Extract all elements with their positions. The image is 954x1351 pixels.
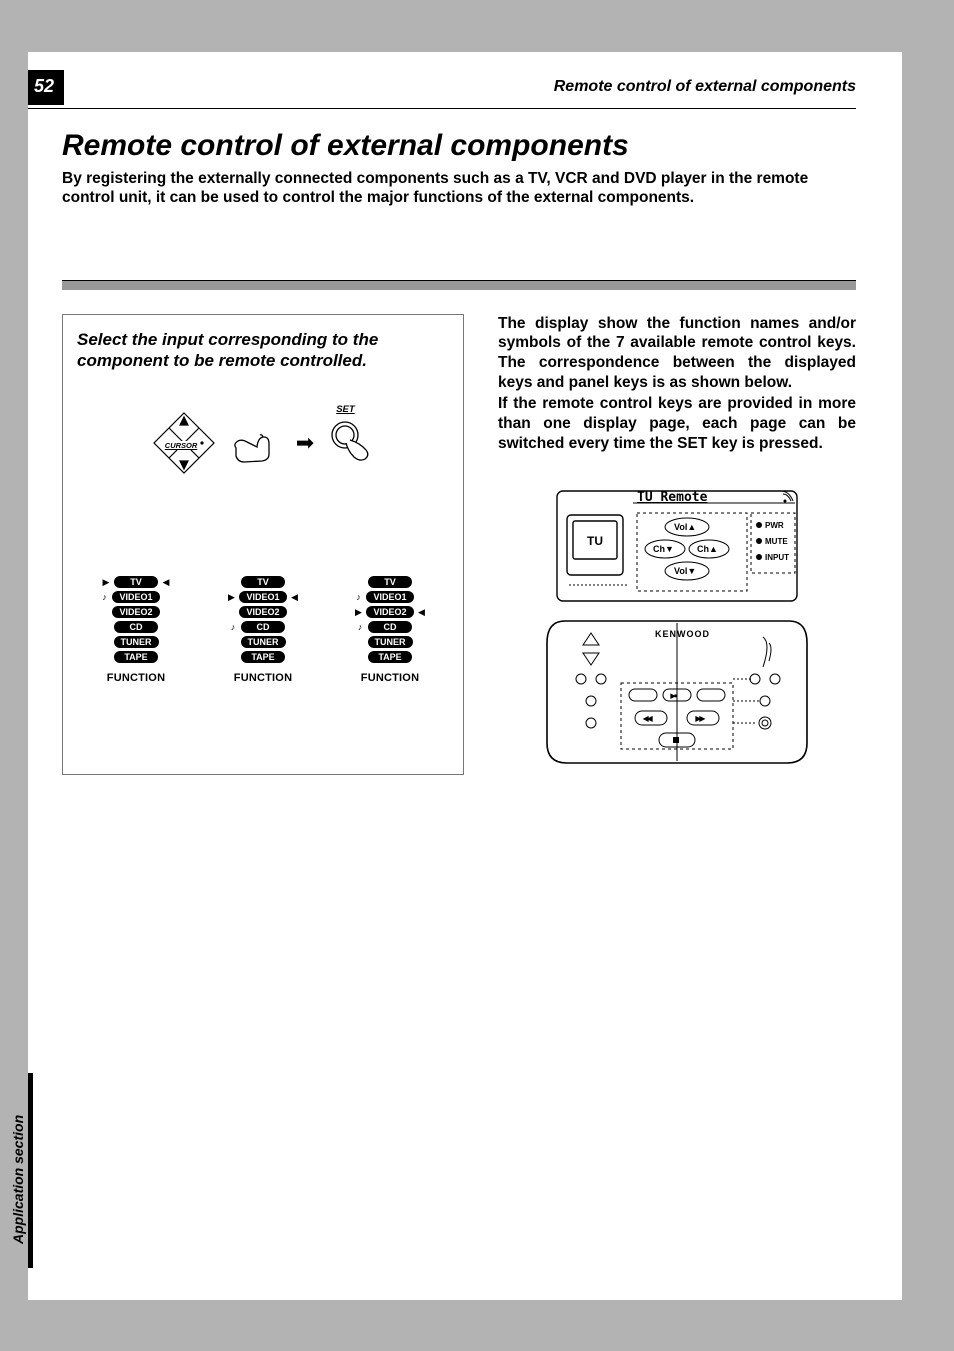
svg-text:Vol▼: Vol▼ bbox=[674, 566, 696, 576]
instruction-box: Select the input corresponding to the co… bbox=[62, 314, 464, 776]
brand-text: KENWOOD bbox=[655, 629, 710, 639]
selector-left-icon: ♪ bbox=[228, 622, 238, 632]
input-option-pill: VIDEO1 bbox=[366, 591, 413, 603]
input-option-pill: VIDEO1 bbox=[239, 591, 286, 603]
input-option-row: TUNER bbox=[355, 635, 426, 649]
input-option-row: TV bbox=[228, 575, 298, 589]
section-tab-bar bbox=[28, 1073, 33, 1268]
function-selection-row: ▶TV◀♪VIDEO1VIDEO2CDTUNERTAPEFUNCTIONTV▶V… bbox=[77, 575, 449, 684]
cursor-label: CURSOR bbox=[164, 441, 199, 450]
input-option-pill: TAPE bbox=[368, 651, 412, 663]
svg-text:◂◂: ◂◂ bbox=[643, 714, 653, 723]
input-option-pill: TAPE bbox=[241, 651, 285, 663]
selector-left-icon: ▶ bbox=[226, 592, 236, 603]
svg-text:Ch▼: Ch▼ bbox=[653, 544, 674, 554]
selector-left-icon: ♪ bbox=[355, 622, 365, 632]
page-title: Remote control of external components bbox=[62, 129, 856, 163]
function-caption: FUNCTION bbox=[361, 672, 419, 684]
selector-left-icon: ♪ bbox=[99, 592, 109, 602]
page-header: 52 Remote control of external components bbox=[28, 52, 902, 102]
input-option-row: VIDEO2 bbox=[226, 605, 299, 619]
running-head: Remote control of external components bbox=[554, 78, 856, 96]
input-option-row: CD bbox=[101, 620, 171, 634]
function-column: ▶TV◀♪VIDEO1VIDEO2CDTUNERTAPEFUNCTION bbox=[81, 575, 191, 684]
input-option-row: TUNER bbox=[228, 635, 299, 649]
function-column: TV♪VIDEO1▶VIDEO2◀♪CDTUNERTAPEFUNCTION bbox=[335, 575, 445, 684]
input-option-pill: VIDEO2 bbox=[112, 606, 159, 618]
svg-text:PWR: PWR bbox=[765, 521, 784, 530]
display-title-text: TU Remote bbox=[637, 490, 708, 505]
input-option-row: TAPE bbox=[101, 650, 171, 664]
function-caption: FUNCTION bbox=[234, 672, 292, 684]
selector-left-icon: ♪ bbox=[353, 592, 363, 602]
display-source-text: TU bbox=[587, 534, 603, 548]
input-option-pill: TUNER bbox=[241, 636, 286, 648]
input-option-pill: CD bbox=[114, 621, 158, 633]
set-button-icon: SET bbox=[328, 418, 374, 469]
selector-left-icon: ▶ bbox=[353, 607, 363, 618]
selector-left-icon: ▶ bbox=[101, 577, 111, 588]
selector-right-icon: ◀ bbox=[161, 577, 171, 588]
set-label: SET bbox=[336, 404, 354, 415]
function-caption: FUNCTION bbox=[107, 672, 165, 684]
two-column-layout: Select the input corresponding to the co… bbox=[62, 314, 856, 776]
paragraph-2: If the remote control keys are provided … bbox=[498, 394, 856, 453]
paragraph-1: The display show the function names and/… bbox=[498, 314, 856, 393]
svg-text:MUTE: MUTE bbox=[765, 537, 788, 546]
page-number-text: 52 bbox=[34, 76, 54, 96]
input-option-row: ▶VIDEO2 ◀ bbox=[353, 605, 426, 619]
svg-text:Vol▲: Vol▲ bbox=[674, 522, 696, 532]
input-option-pill: TUNER bbox=[114, 636, 159, 648]
svg-text:▸▸: ▸▸ bbox=[695, 714, 705, 723]
section-tab: Application section bbox=[28, 1088, 40, 1268]
input-option-row: TAPE bbox=[228, 650, 298, 664]
input-option-row: ♪CD bbox=[228, 620, 298, 634]
input-option-row: ♪CD bbox=[355, 620, 425, 634]
cursor-pad-icon: CURSOR bbox=[152, 411, 216, 475]
cursor-set-diagram: CURSOR ➡ SET bbox=[77, 411, 449, 475]
input-option-pill: TV bbox=[241, 576, 285, 588]
input-option-row: VIDEO2 bbox=[99, 605, 172, 619]
input-option-pill: CD bbox=[368, 621, 412, 633]
input-option-row: ♪VIDEO1 bbox=[99, 590, 172, 604]
page-number: 52 bbox=[28, 70, 64, 105]
input-option-row: ♪VIDEO1 bbox=[353, 590, 426, 604]
arrow-right-icon: ➡ bbox=[296, 432, 314, 454]
input-option-pill: VIDEO2 bbox=[239, 606, 286, 618]
input-option-row: ▶TV◀ bbox=[101, 575, 171, 589]
input-option-row: TV bbox=[355, 575, 425, 589]
section-tab-label: Application section bbox=[10, 1115, 26, 1244]
input-option-row: TAPE bbox=[355, 650, 425, 664]
instruction-heading: Select the input corresponding to the co… bbox=[77, 329, 449, 372]
svg-text:INPUT: INPUT bbox=[765, 553, 789, 562]
function-column: TV▶VIDEO1◀VIDEO2♪CDTUNERTAPEFUNCTION bbox=[208, 575, 318, 684]
input-option-pill: VIDEO2 bbox=[366, 606, 413, 618]
content: Remote control of external components By… bbox=[28, 109, 902, 775]
remote-illustration: TU TU Remote bbox=[498, 485, 856, 775]
input-option-pill: TV bbox=[368, 576, 412, 588]
input-option-pill: VIDEO1 bbox=[112, 591, 159, 603]
page: 52 Remote control of external components… bbox=[28, 52, 902, 1300]
input-option-pill: CD bbox=[241, 621, 285, 633]
svg-text:▸▪: ▸▪ bbox=[670, 693, 678, 700]
hand-press-icon bbox=[230, 423, 282, 463]
input-option-pill: TAPE bbox=[114, 651, 158, 663]
selector-right-icon: ◀ bbox=[417, 607, 427, 618]
selector-right-icon: ◀ bbox=[290, 592, 300, 603]
svg-text:Ch▲: Ch▲ bbox=[697, 544, 718, 554]
input-option-row: TUNER bbox=[101, 635, 172, 649]
explanation-column: The display show the function names and/… bbox=[498, 314, 856, 776]
input-option-row: ▶VIDEO1 ◀ bbox=[226, 590, 299, 604]
input-option-pill: TV bbox=[114, 576, 158, 588]
intro-paragraph: By registering the externally connected … bbox=[62, 169, 856, 208]
section-divider-band bbox=[62, 280, 856, 290]
input-option-pill: TUNER bbox=[368, 636, 413, 648]
